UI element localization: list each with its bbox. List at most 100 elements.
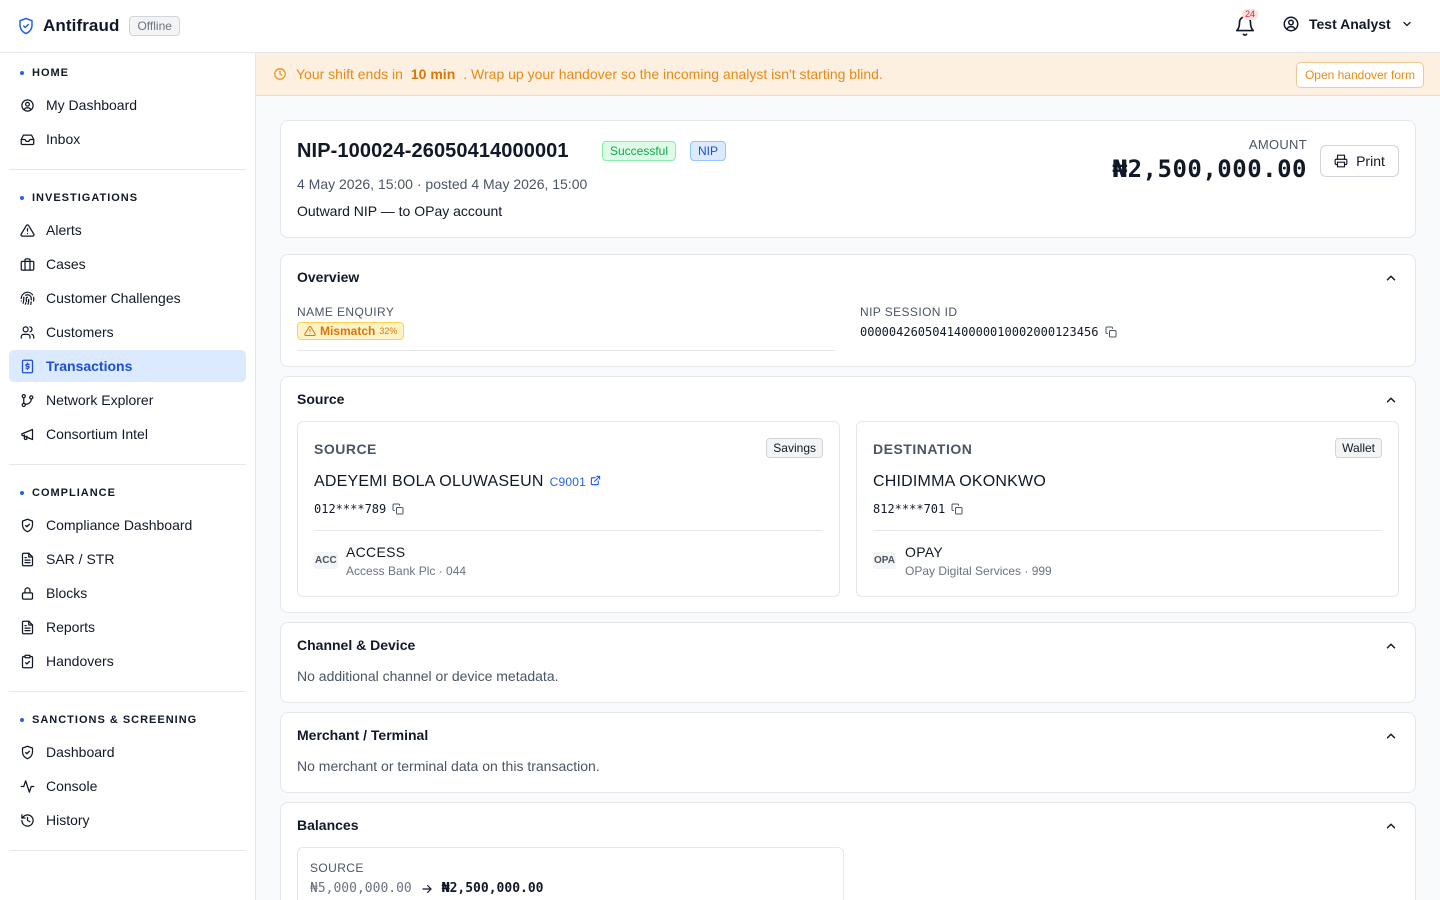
party-type: DESTINATION [873, 441, 973, 457]
inbox-icon [20, 134, 35, 145]
sidebar-item-network-explorer[interactable]: Network Explorer [9, 384, 246, 416]
activity-icon [20, 779, 35, 793]
arrow-right-icon [422, 884, 432, 893]
bank-name: OPAY [905, 544, 944, 560]
chevron-up-icon[interactable] [1384, 639, 1398, 653]
channel-empty-text: No additional channel or device metadata… [297, 668, 559, 684]
file-text-icon [21, 620, 34, 634]
banner-time: 10 min [410, 66, 456, 82]
alert-triangle-icon [20, 223, 35, 237]
chevron-up-icon[interactable] [1384, 271, 1398, 285]
sidebar-item-consortium-intel[interactable]: Consortium Intel [9, 418, 246, 450]
channel-title[interactable]: Channel & Device [297, 637, 415, 653]
source-title[interactable]: Source [297, 391, 344, 407]
overview-title[interactable]: Overview [297, 269, 359, 285]
banner-prefix: Your shift ends in [296, 66, 403, 82]
bank-details: Access Bank Plc · 044 [346, 564, 467, 578]
brand[interactable]: Antifraud Offline [17, 16, 180, 36]
clock-icon [274, 68, 286, 80]
merchant-terminal-card: Merchant / Terminal No merchant or termi… [280, 712, 1416, 793]
sidebar: HOME My Dashboard Inbox INVESTIGATIONS A… [0, 53, 256, 900]
chevron-up-icon[interactable] [1384, 729, 1398, 743]
amount-label: AMOUNT [1248, 137, 1307, 152]
sidebar-item-blocks[interactable]: Blocks [9, 577, 246, 609]
section-sanctions: SANCTIONS & SCREENING [0, 710, 255, 730]
shield-check-icon [21, 518, 34, 532]
chevron-up-icon[interactable] [1384, 393, 1398, 407]
sidebar-item-alerts[interactable]: Alerts [9, 214, 246, 246]
top-bar: Antifraud Offline 24 Test Analyst [0, 0, 1440, 53]
source-balance-box: SOURCE ₦5,000,000.00 ₦2,500,000.00 [297, 847, 844, 900]
copy-icon[interactable] [392, 503, 404, 515]
account-number: 012****789 [314, 502, 404, 516]
sidebar-item-cases[interactable]: Cases [9, 248, 246, 280]
amount-value: ₦2,500,000.00 [1112, 155, 1307, 183]
notification-count: 24 [1242, 9, 1259, 20]
sidebar-item-customer-challenges[interactable]: Customer Challenges [9, 282, 246, 314]
user-circle-icon [1283, 16, 1299, 32]
transaction-dates: 4 May 2026, 15:00 · posted 4 May 2026, 1… [297, 176, 588, 192]
customer-link[interactable]: C9001 [550, 475, 601, 489]
sidebar-item-my-dashboard[interactable]: My Dashboard [9, 89, 246, 121]
section-home: HOME [0, 63, 255, 83]
balance-before: ₦5,000,000.00 [310, 881, 412, 896]
party-name: ADEYEMI BOLA OLUWASEUN C9001 [314, 473, 601, 491]
balance-after: ₦2,500,000.00 [441, 881, 544, 896]
shift-banner: Your shift ends in 10 min . Wrap up your… [256, 53, 1440, 96]
sidebar-item-sanctions-dashboard[interactable]: Dashboard [9, 736, 246, 768]
copy-icon[interactable] [951, 503, 963, 515]
party-type: SOURCE [314, 441, 377, 457]
bank-logo: ACC [314, 552, 338, 569]
channel-device-card: Channel & Device No additional channel o… [280, 622, 1416, 703]
banner-suffix: . Wrap up your handover so the incoming … [463, 66, 883, 82]
open-handover-button[interactable]: Open handover form [1295, 62, 1424, 88]
balances-title[interactable]: Balances [297, 817, 358, 833]
users-icon [20, 325, 35, 339]
lock-icon [21, 586, 34, 600]
clipboard-check-icon [21, 654, 34, 668]
receipt-icon [21, 359, 34, 373]
user-circle-icon [21, 98, 34, 112]
transaction-id: NIP-100024-26050414000001 [297, 140, 569, 162]
print-button[interactable]: Print [1320, 145, 1399, 177]
sidebar-item-handovers[interactable]: Handovers [9, 645, 246, 677]
name-enquiry-field: NAME ENQUIRY Mismatch 32% [297, 305, 836, 351]
file-text-icon [21, 552, 34, 566]
fingerprint-icon [20, 291, 35, 305]
transaction-header-card: NIP-100024-26050414000001 Successful NIP… [280, 120, 1416, 238]
merchant-empty-text: No merchant or terminal data on this tra… [297, 758, 600, 774]
destination-party: DESTINATION Wallet CHIDIMMA OKONKWO 812*… [856, 421, 1399, 597]
session-id-label: NIP SESSION ID [860, 305, 958, 319]
mismatch-badge: Mismatch 32% [297, 322, 405, 340]
copy-icon[interactable] [1105, 326, 1117, 338]
sidebar-item-compliance-dashboard[interactable]: Compliance Dashboard [9, 509, 246, 541]
sidebar-item-reports[interactable]: Reports [9, 611, 246, 643]
session-id-field: NIP SESSION ID 0000042605041400000100020… [860, 305, 1117, 339]
chevron-up-icon[interactable] [1384, 819, 1398, 833]
chevron-down-icon [1403, 21, 1411, 27]
sidebar-item-sar-str[interactable]: SAR / STR [9, 543, 246, 575]
sidebar-item-console[interactable]: Console [9, 770, 246, 802]
section-compliance: COMPLIANCE [0, 483, 255, 503]
name-enquiry-label: NAME ENQUIRY [297, 305, 395, 319]
shield-check-icon [21, 745, 34, 759]
bank-logo: OPA [873, 552, 896, 569]
source-party: SOURCE Savings ADEYEMI BOLA OLUWASEUN C90… [297, 421, 840, 597]
briefcase-icon [20, 257, 35, 271]
section-investigations: INVESTIGATIONS [0, 188, 255, 208]
user-menu[interactable]: Test Analyst [1282, 15, 1413, 33]
status-badge: Offline [129, 16, 180, 36]
merchant-title[interactable]: Merchant / Terminal [297, 727, 428, 743]
sidebar-item-transactions[interactable]: Transactions [9, 350, 246, 382]
balance-change: ₦5,000,000.00 ₦2,500,000.00 [310, 881, 544, 896]
bank-details: OPay Digital Services · 999 [905, 564, 1052, 578]
sidebar-item-customers[interactable]: Customers [9, 316, 246, 348]
sidebar-item-inbox[interactable]: Inbox [9, 123, 246, 155]
overview-card: Overview NAME ENQUIRY Mismatch 32% NIP S… [280, 254, 1416, 367]
status-badge: Successful [602, 141, 677, 161]
git-branch-icon [21, 393, 34, 407]
session-id-value: 000004260504140000010002000123456 [860, 325, 1099, 339]
sidebar-item-history[interactable]: History [9, 804, 246, 836]
channel-badge: NIP [690, 141, 727, 161]
megaphone-icon [21, 428, 34, 440]
